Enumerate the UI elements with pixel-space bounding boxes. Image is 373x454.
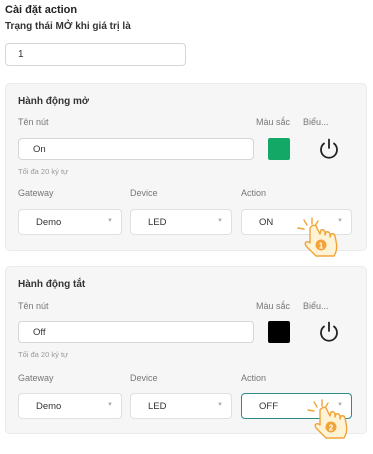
chevron-down-icon: ▼ [217, 218, 223, 224]
close-color-swatch[interactable] [268, 321, 290, 343]
color-label: Màu sắc [256, 117, 291, 127]
power-icon[interactable] [316, 136, 342, 162]
callout-number: 1 [319, 242, 324, 251]
device-select[interactable]: LED ▼ [130, 209, 232, 235]
action-select-value: OFF [259, 401, 278, 412]
device-select[interactable]: LED ▼ [130, 393, 232, 419]
gateway-select-value: Demo [36, 401, 62, 412]
device-select-value: LED [148, 217, 167, 228]
chevron-down-icon: ▼ [107, 218, 113, 224]
max-length-hint: Tối đa 20 ký tự [18, 350, 69, 359]
device-label: Device [130, 373, 158, 383]
open-action-title: Hành động mở [18, 96, 89, 107]
open-state-label: Trạng thái MỞ khi giá trị là [5, 21, 131, 32]
gateway-select[interactable]: Demo ▼ [18, 209, 122, 235]
hand-pointer-icon: 2 [307, 399, 348, 439]
chevron-down-icon: ▼ [217, 402, 223, 408]
open-state-value-input[interactable]: 1 [5, 43, 186, 66]
max-length-hint: Tối đa 20 ký tự [18, 167, 69, 176]
color-label: Màu sắc [256, 301, 291, 311]
gateway-select-value: Demo [36, 217, 62, 228]
power-icon[interactable] [316, 319, 342, 345]
action-select-value: ON [259, 217, 274, 228]
page-title: Cài đặt action [5, 4, 78, 16]
gateway-label: Gateway [18, 373, 54, 383]
gateway-label: Gateway [18, 188, 54, 198]
button-name-label: Tên nút [18, 301, 49, 311]
close-button-name-input[interactable]: Off [18, 321, 254, 343]
gateway-select[interactable]: Demo ▼ [18, 393, 122, 419]
chevron-down-icon: ▼ [107, 402, 113, 408]
close-action-title: Hành động tắt [18, 279, 86, 290]
action-label: Action [241, 188, 267, 198]
callout-number: 2 [329, 424, 334, 433]
icon-label: Biểu... [303, 117, 329, 127]
button-name-label: Tên nút [18, 117, 49, 127]
open-button-name-input[interactable]: On [18, 138, 254, 160]
hand-pointer-icon: 1 [297, 217, 338, 257]
icon-label: Biểu... [303, 301, 329, 311]
device-select-value: LED [148, 401, 167, 412]
action-label: Action [241, 373, 267, 383]
device-label: Device [130, 188, 158, 198]
open-color-swatch[interactable] [268, 138, 290, 160]
